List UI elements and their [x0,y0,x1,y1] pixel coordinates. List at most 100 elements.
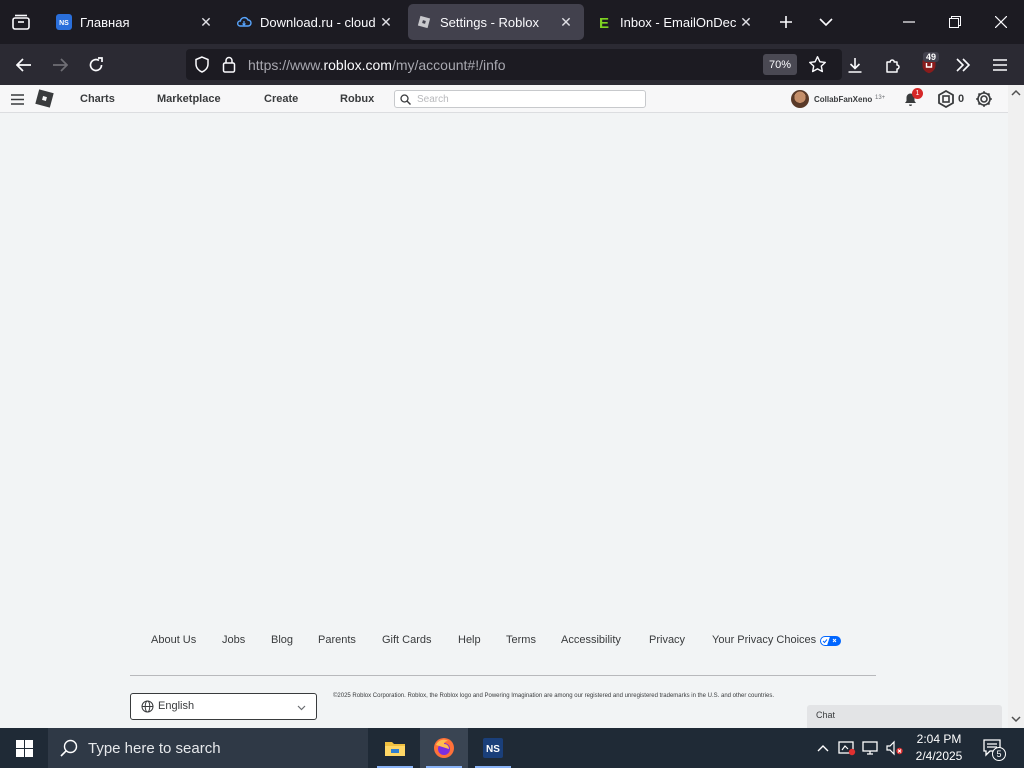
restore-button[interactable] [932,0,978,44]
footer-blog-link[interactable]: Blog [271,634,293,646]
chevron-down-icon [297,705,306,711]
language-select[interactable]: English [130,693,317,720]
footer-help-link[interactable]: Help [458,634,481,646]
show-hidden-icons-button[interactable] [812,728,834,768]
close-window-button[interactable] [978,0,1024,44]
nav-robux[interactable]: Robux [340,93,374,105]
browser-tab-bar: NS Главная ✕ Download.ru - cloud st ✕ Se… [0,0,1024,44]
tab-list-icon [12,14,30,30]
taskbar-file-explorer[interactable] [371,728,419,768]
ns-favicon-icon: NS [56,14,72,30]
search-placeholder: Search [417,94,449,105]
search-input[interactable]: Search [394,90,646,108]
chevron-double-right-icon [956,58,971,72]
tab-title: Inbox - EmailOnDeck [620,14,736,30]
nav-create[interactable]: Create [264,93,298,105]
tab-list-button[interactable] [0,0,42,44]
action-center-count: 5 [992,747,1006,761]
forward-button[interactable] [45,50,75,80]
tab-inbox-emailondeck[interactable]: E Inbox - EmailOnDeck ✕ [588,4,764,40]
footer-accessibility-link[interactable]: Accessibility [561,634,621,646]
url-text[interactable]: https://www.roblox.com/my/account#!/info [248,57,506,73]
svg-text:E: E [599,15,609,30]
close-tab-icon[interactable]: ✕ [376,12,396,32]
extensions-button[interactable] [878,50,908,80]
robux-balance[interactable]: 0 [958,93,964,105]
zoom-level[interactable]: 70% [763,54,797,75]
reload-icon [89,57,103,72]
back-button[interactable] [9,50,39,80]
tab-title: Download.ru - cloud st [260,14,376,30]
footer-jobs-link[interactable]: Jobs [222,634,245,646]
tab-download-ru[interactable]: Download.ru - cloud st ✕ [228,4,404,40]
search-icon [60,739,78,757]
close-icon [995,16,1007,28]
footer-gift-cards-link[interactable]: Gift Cards [382,634,432,646]
taskbar-firefox[interactable] [420,728,468,768]
svg-text:NS: NS [59,20,69,27]
roblox-logo-icon[interactable] [34,88,55,109]
start-button[interactable] [0,728,48,768]
browser-nav-bar: https://www.roblox.com/my/account#!/info… [0,44,1024,85]
nav-marketplace[interactable]: Marketplace [157,93,221,105]
windows-logo-icon [15,739,33,757]
hamburger-menu-icon[interactable] [11,94,24,105]
tray-security-icon-button[interactable] [836,728,858,768]
tab-glavnaya[interactable]: NS Главная ✕ [48,4,224,40]
reload-button[interactable] [81,50,111,80]
app-menu-button[interactable] [985,50,1015,80]
address-bar[interactable]: https://www.roblox.com/my/account#!/info… [186,49,842,80]
firefox-icon [434,738,454,758]
footer-parents-link[interactable]: Parents [318,634,356,646]
scroll-up-arrow-icon[interactable] [1011,89,1021,96]
tray-network-button[interactable] [860,728,882,768]
copyright-text: ©2025 Roblox Corporation. Roblox, the Ro… [333,693,775,699]
roblox-header: Charts Marketplace Create Robux Search C… [0,85,1008,113]
settings-gear-icon[interactable] [975,90,993,108]
bookmark-star-icon[interactable] [808,55,827,74]
minimize-button[interactable] [886,0,932,44]
more-tools-button[interactable] [948,50,978,80]
arrow-left-icon [16,58,31,72]
tab-title: Главная [80,14,130,30]
new-tab-button[interactable] [772,8,800,36]
action-center-button[interactable]: 5 [978,728,1008,768]
robux-icon[interactable] [937,90,955,108]
globe-icon [141,700,154,713]
age-badge: 13+ [875,95,886,101]
avatar[interactable] [791,90,809,108]
tab-settings-roblox[interactable]: Settings - Roblox ✕ [408,4,584,40]
taskbar-search-box[interactable]: Type here to search [48,728,368,768]
taskbar-search-placeholder: Type here to search [88,740,221,757]
network-icon [862,741,878,755]
close-tab-icon[interactable]: ✕ [196,12,216,32]
svg-text:NS: NS [486,744,500,755]
lock-icon[interactable] [222,56,236,73]
scroll-down-arrow-icon[interactable] [1011,716,1021,723]
footer-privacy-link[interactable]: Privacy [649,634,685,646]
chevron-down-icon [819,18,833,27]
list-all-tabs-button[interactable] [812,8,840,36]
footer-terms-link[interactable]: Terms [506,634,536,646]
privacy-choices-toggle-icon[interactable] [820,636,841,646]
chat-panel[interactable]: Chat [807,705,1002,728]
tray-volume-button[interactable] [884,728,906,768]
footer-privacy-choices-link[interactable]: Your Privacy Choices [712,634,816,646]
restore-icon [949,16,961,28]
notification-count-badge: 1 [912,88,923,99]
tracking-protection-shield-icon[interactable] [194,56,210,73]
folder-icon [385,742,405,756]
taskbar-ns-app[interactable]: NS [469,728,517,768]
chat-label: Chat [816,710,836,720]
username[interactable]: CollabFanXeno [814,95,872,104]
downloads-button[interactable] [840,50,870,80]
nav-charts[interactable]: Charts [80,93,115,105]
page-scrollbar[interactable] [1008,85,1024,728]
taskbar-clock[interactable]: 2:04 PM 2/4/2025 [906,731,972,765]
close-tab-icon[interactable]: ✕ [736,12,756,32]
puzzle-icon [886,59,900,73]
close-tab-icon[interactable]: ✕ [556,12,576,32]
extension-badge: 49 [923,52,940,62]
arrow-right-icon [53,58,68,72]
footer-about-us-link[interactable]: About Us [151,634,196,646]
